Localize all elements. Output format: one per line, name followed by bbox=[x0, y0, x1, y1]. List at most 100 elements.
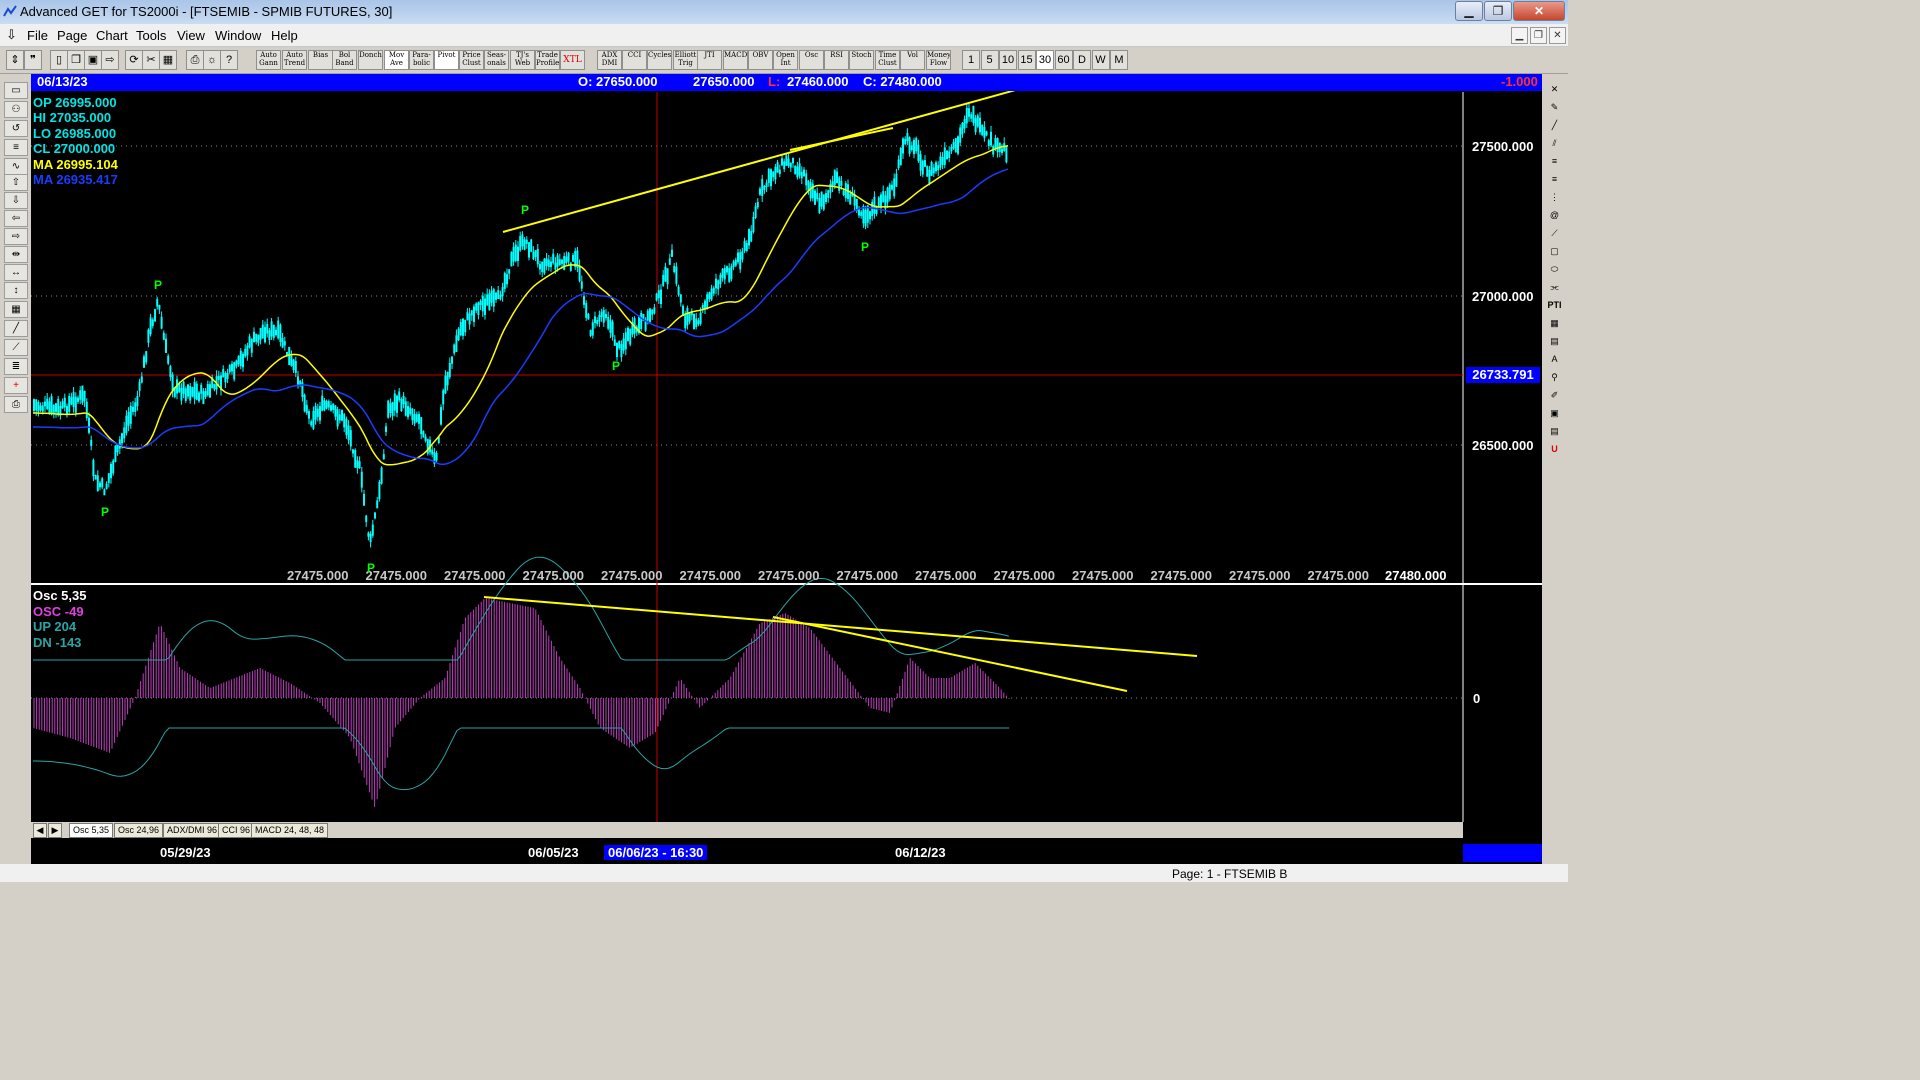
candle-body bbox=[970, 114, 973, 119]
status-page: Page: 1 - FTSEMIB B bbox=[1172, 867, 1288, 881]
candle-body bbox=[717, 280, 720, 290]
candle-body bbox=[800, 171, 803, 179]
candle-body bbox=[365, 515, 368, 522]
candle-body bbox=[457, 328, 460, 341]
candle-body bbox=[521, 234, 524, 247]
candle-body bbox=[719, 274, 722, 285]
candle-body bbox=[556, 255, 559, 267]
candle-body bbox=[723, 268, 726, 280]
candle-body bbox=[411, 408, 414, 421]
header-change: -1.000 bbox=[1501, 74, 1538, 89]
candle-body bbox=[897, 159, 900, 169]
candle-body bbox=[336, 409, 339, 427]
candle-body bbox=[624, 332, 627, 350]
candle-body bbox=[68, 395, 71, 412]
candle-body bbox=[431, 449, 434, 455]
price-row-value: 27475.000 bbox=[522, 568, 584, 583]
y-tick-27500: 27500.000 bbox=[1472, 139, 1534, 154]
tab-macd[interactable]: MACD 24, 48, 48 bbox=[251, 823, 329, 838]
candle-body bbox=[283, 341, 286, 346]
candle-body bbox=[558, 259, 561, 265]
tab-prev-button[interactable]: ◀ bbox=[33, 823, 47, 838]
candle-body bbox=[950, 146, 953, 152]
candle-body bbox=[72, 392, 75, 407]
candle-body bbox=[787, 158, 790, 166]
candle-body bbox=[147, 329, 150, 343]
candle-body bbox=[398, 391, 401, 401]
readout-ma-fast: MA 26995.104 bbox=[33, 157, 118, 172]
readout-op: OP 26995.000 bbox=[33, 95, 117, 110]
price-row-value: 27475.000 bbox=[993, 568, 1055, 583]
tab-osc-5-35[interactable]: Osc 5,35 bbox=[69, 823, 114, 838]
price-row-value: 27475.000 bbox=[287, 568, 349, 583]
tab-adx-dmi[interactable]: ADX/DMI 96 bbox=[163, 823, 222, 838]
candle-body bbox=[193, 381, 196, 399]
candle-body bbox=[360, 471, 363, 488]
candle-body bbox=[204, 390, 207, 398]
candle-body bbox=[528, 242, 530, 258]
osc-dn: DN -143 bbox=[33, 635, 82, 650]
candle-body bbox=[477, 302, 480, 315]
candle-body bbox=[825, 193, 827, 202]
candle-body bbox=[965, 107, 968, 124]
candle-body bbox=[50, 396, 53, 415]
candle-body bbox=[811, 183, 814, 199]
candle-body bbox=[917, 144, 920, 161]
candle-body bbox=[893, 178, 896, 197]
candle-body bbox=[651, 309, 654, 315]
candle-body bbox=[88, 417, 90, 433]
candle-body bbox=[488, 293, 491, 311]
candle-body bbox=[228, 364, 231, 373]
cursor-date-label: 06/06/23 - 16:30 bbox=[604, 845, 708, 860]
candle-body bbox=[33, 399, 35, 412]
candle-body bbox=[1005, 146, 1008, 163]
candle-body bbox=[833, 170, 836, 186]
candle-body bbox=[261, 324, 264, 339]
candle-body bbox=[407, 406, 409, 418]
candle-body bbox=[415, 414, 418, 422]
candle-body bbox=[246, 345, 249, 356]
candle-body bbox=[404, 401, 407, 416]
candle-body bbox=[886, 187, 889, 203]
candle-body bbox=[162, 332, 165, 340]
candle-body bbox=[932, 167, 935, 174]
tab-next-button[interactable]: ▶ bbox=[48, 823, 62, 838]
candle-body bbox=[83, 391, 86, 402]
tab-cci[interactable]: CCI 96 bbox=[218, 823, 255, 838]
pivot-label: P bbox=[861, 240, 870, 254]
header-low: 27460.000 bbox=[787, 74, 849, 89]
candle-body bbox=[539, 263, 541, 270]
candle-body bbox=[611, 321, 614, 337]
candle-body bbox=[349, 430, 352, 447]
candle-body bbox=[888, 184, 891, 200]
date-label: 05/29/23 bbox=[160, 845, 211, 860]
candle-body bbox=[1001, 148, 1003, 154]
candle-body bbox=[646, 310, 649, 321]
osc-up: UP 204 bbox=[33, 619, 77, 634]
candle-body bbox=[259, 327, 262, 340]
candle-body bbox=[129, 405, 132, 424]
candle-body bbox=[110, 463, 112, 479]
candle-body bbox=[503, 273, 506, 289]
candle-body bbox=[662, 275, 665, 286]
candle-body bbox=[759, 188, 761, 195]
candle-body bbox=[237, 355, 240, 365]
candle-body bbox=[501, 287, 504, 297]
candle-body bbox=[820, 191, 823, 207]
candle-body bbox=[442, 390, 445, 405]
osc-bars bbox=[33, 598, 1010, 807]
tab-osc-24-96[interactable]: Osc 24,96 bbox=[114, 823, 164, 838]
candle-body bbox=[569, 262, 572, 271]
osc-trendline-2 bbox=[772, 616, 1128, 692]
candle-body bbox=[490, 290, 493, 303]
price-row-value: 27475.000 bbox=[1072, 568, 1134, 583]
candle-body bbox=[822, 194, 825, 210]
candle-body bbox=[752, 216, 755, 232]
readout-lo: LO 26985.000 bbox=[33, 126, 117, 141]
candle-body bbox=[981, 124, 984, 136]
candle-body bbox=[107, 473, 110, 483]
candle-body bbox=[140, 376, 143, 383]
price-row-value: 27475.000 bbox=[1150, 568, 1212, 583]
candle-body bbox=[761, 179, 764, 197]
candle-body bbox=[41, 405, 44, 412]
